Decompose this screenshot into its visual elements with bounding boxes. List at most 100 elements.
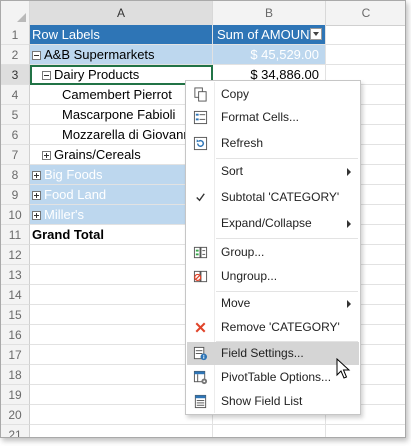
cell-b[interactable]: Sum of AMOUNT [213, 25, 326, 45]
menu-item-label: Sort [221, 164, 244, 178]
field-list-icon [194, 394, 207, 409]
menu-item-label: Show Field List [221, 394, 303, 408]
grid-row: 1 Row Labels Sum of AMOUNT [1, 25, 405, 45]
row-number[interactable]: 19 [1, 385, 30, 405]
cell-a-text: Row Labels [32, 27, 100, 42]
row-number[interactable]: 12 [1, 245, 30, 265]
menu-item-copy[interactable]: Copy [187, 83, 359, 106]
menu-item-label: Group... [221, 245, 265, 259]
menu-item-label: Refresh [221, 136, 264, 150]
row-number[interactable]: 21 [1, 425, 30, 437]
select-all-corner[interactable] [1, 1, 30, 25]
grid-row: 21 [1, 425, 405, 437]
cell-a-text: Grains/Cereals [54, 147, 141, 162]
pivottable-options-icon [193, 370, 208, 385]
menu-item-label: Remove 'CATEGORY' [221, 320, 340, 334]
row-number[interactable]: 3 [1, 65, 30, 85]
row-number[interactable]: 10 [1, 205, 30, 225]
cell-a[interactable]: Row Labels [30, 25, 213, 45]
cell-a-text: Dairy Products [54, 67, 140, 82]
row-number[interactable]: 14 [1, 285, 30, 305]
cell-a[interactable]: A&B Supermarkets [30, 45, 213, 65]
mouse-pointer-icon [336, 358, 351, 379]
copy-icon [194, 87, 207, 102]
column-header-bar: A B C [1, 1, 405, 26]
row-number[interactable]: 5 [1, 105, 30, 125]
row-number[interactable]: 15 [1, 305, 30, 325]
row-number[interactable]: 1 [1, 25, 30, 45]
collapse-minus-icon[interactable] [32, 51, 41, 60]
menu-item-expand-collapse[interactable]: Expand/Collapse [187, 212, 359, 235]
menu-item-ungroup[interactable]: Ungroup... [187, 265, 359, 288]
cell-a-text: Grand Total [32, 227, 104, 242]
cell-c[interactable] [326, 45, 405, 65]
menu-item-move[interactable]: Move [187, 292, 359, 315]
cell-a-text: A&B Supermarkets [44, 47, 155, 62]
expand-plus-icon[interactable] [32, 211, 41, 220]
expand-plus-icon[interactable] [42, 151, 51, 160]
cell-a-text: Food Land [44, 187, 107, 202]
menu-item-group[interactable]: Group... [187, 241, 359, 264]
menu-item-field-settings[interactable]: Field Settings... [187, 342, 359, 365]
menu-item-label: Subtotal 'CATEGORY' [221, 190, 340, 204]
row-number[interactable]: 2 [1, 45, 30, 65]
cell-a-text: Big Foods [44, 167, 103, 182]
menu-item-label: Move [221, 296, 251, 310]
cell-b[interactable] [213, 425, 326, 437]
row-number[interactable]: 20 [1, 405, 30, 425]
menu-item-label: Copy [221, 87, 250, 101]
remove-x-icon [195, 322, 206, 333]
menu-item-refresh[interactable]: Refresh [187, 132, 359, 155]
column-header-b[interactable]: B [213, 1, 326, 25]
row-number[interactable]: 6 [1, 125, 30, 145]
cell-c[interactable] [326, 425, 405, 437]
column-header-c[interactable]: C [326, 1, 405, 25]
menu-item-label: Format Cells... [221, 110, 300, 124]
field-settings-icon [193, 346, 208, 361]
row-number[interactable]: 4 [1, 85, 30, 105]
refresh-icon [193, 136, 208, 151]
menu-separator [216, 158, 358, 159]
row-number[interactable]: 11 [1, 225, 30, 245]
menu-item-label: PivotTable Options... [221, 370, 332, 384]
row-number[interactable]: 7 [1, 145, 30, 165]
menu-item-label: Field Settings... [221, 346, 304, 360]
cell-b-text: Sum of AMOUNT [217, 27, 318, 42]
cell-a-text: Miller's [44, 207, 85, 222]
menu-item-pivottable-options[interactable]: PivotTable Options... [187, 366, 359, 389]
row-number[interactable]: 8 [1, 165, 30, 185]
row-number[interactable]: 13 [1, 265, 30, 285]
row-number[interactable]: 18 [1, 365, 30, 385]
menu-item-remove[interactable]: Remove 'CATEGORY' [187, 316, 359, 339]
cell-a[interactable] [30, 425, 213, 437]
checkmark-icon [196, 193, 205, 202]
submenu-arrow-icon [347, 168, 351, 176]
row-number[interactable]: 9 [1, 185, 30, 205]
expand-plus-icon[interactable] [32, 191, 41, 200]
cell-a-text: Mascarpone Fabioli [62, 107, 176, 122]
grid-row: 2 A&B Supermarkets $ 45,529.00 [1, 45, 405, 65]
menu-item-sort[interactable]: Sort [187, 160, 359, 183]
cell-b[interactable]: $ 45,529.00 [213, 45, 326, 65]
context-menu: Copy Format Cells... Refresh Sort Subtot… [185, 80, 361, 415]
group-icon [193, 246, 208, 259]
submenu-arrow-icon [347, 300, 351, 308]
ungroup-icon [193, 270, 208, 283]
menu-item-show-field-list[interactable]: Show Field List [187, 390, 359, 413]
filter-dropdown-icon[interactable] [310, 28, 322, 40]
column-header-a[interactable]: A [30, 1, 213, 25]
menu-item-label: Expand/Collapse [221, 216, 312, 230]
cell-b-text: $ 45,529.00 [250, 47, 319, 62]
expand-plus-icon[interactable] [32, 171, 41, 180]
menu-item-format-cells[interactable]: Format Cells... [187, 106, 359, 129]
collapse-minus-icon[interactable] [42, 71, 51, 80]
row-number[interactable]: 16 [1, 325, 30, 345]
menu-item-label: Ungroup... [221, 269, 278, 283]
cell-a-text: Mozzarella di Giovanni [62, 127, 194, 142]
submenu-arrow-icon [347, 220, 351, 228]
menu-separator [216, 238, 358, 239]
menu-item-subtotal[interactable]: Subtotal 'CATEGORY' [187, 186, 359, 209]
cell-c[interactable] [326, 25, 405, 45]
row-number[interactable]: 17 [1, 345, 30, 365]
cell-a-text: Camembert Pierrot [62, 87, 172, 102]
